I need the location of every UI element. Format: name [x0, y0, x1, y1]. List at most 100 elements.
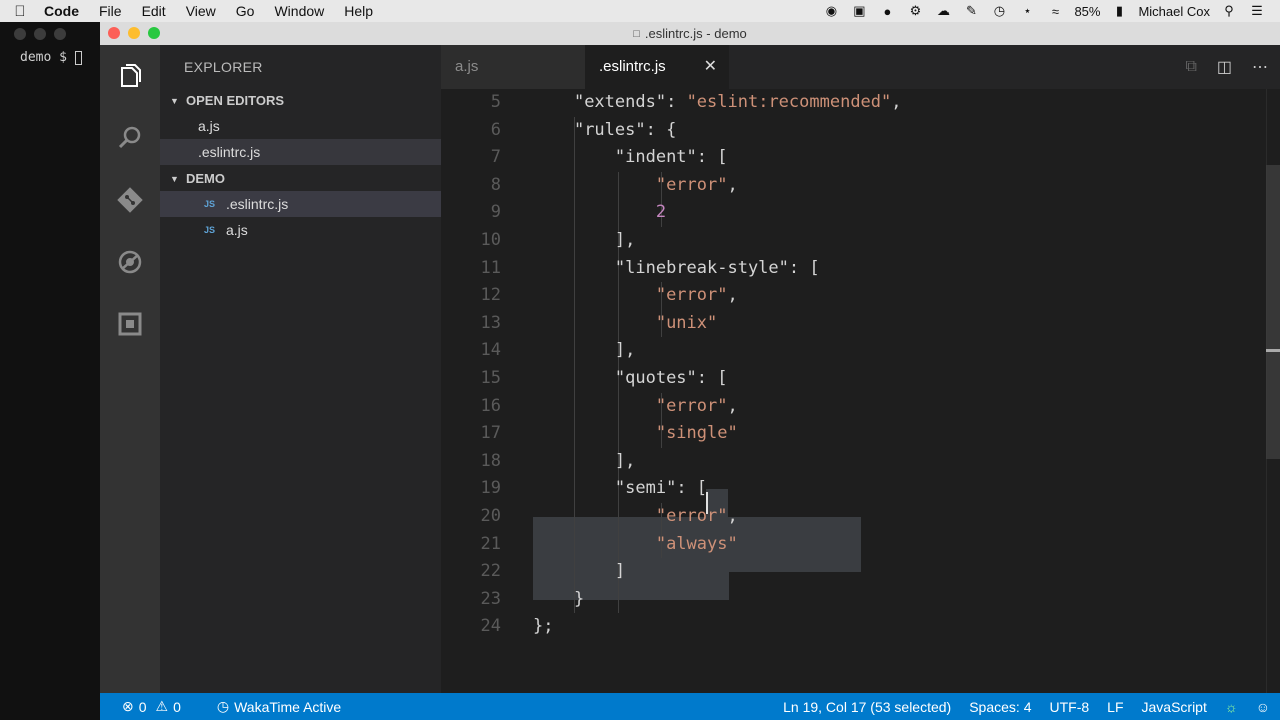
explorer-activity-button[interactable]	[100, 45, 160, 107]
code-line[interactable]: 14 ],	[441, 337, 1280, 365]
line-number: 10	[480, 230, 501, 250]
record-icon[interactable]: ◉	[822, 3, 840, 18]
line-number: 5	[490, 92, 501, 112]
split-editor-icon[interactable]: ◫	[1217, 57, 1232, 77]
menu-go[interactable]: Go	[226, 0, 265, 22]
folder-label: DEMO	[186, 171, 225, 186]
open-editors-label: OPEN EDITORS	[186, 93, 285, 108]
zoom-window-button[interactable]	[148, 27, 160, 39]
line-number: 15	[480, 368, 501, 388]
more-actions-icon[interactable]: ⋯	[1252, 57, 1268, 77]
code-text: "quotes": [	[614, 368, 728, 388]
code-line[interactable]: 21 "always"	[441, 531, 1280, 559]
code-line[interactable]: 19 "semi": [	[441, 475, 1280, 503]
user-name[interactable]: Michael Cox	[1138, 4, 1210, 19]
line-number: 21	[480, 533, 501, 554]
menu-view[interactable]: View	[176, 0, 226, 22]
line-number: 13	[480, 312, 501, 333]
terminal-window: demo $	[0, 22, 100, 720]
code-line[interactable]: 15 "quotes": [	[441, 365, 1280, 393]
code-text: "rules": {	[573, 119, 677, 140]
open-changes-icon[interactable]: ⧉	[1185, 58, 1196, 76]
code-text: "error",	[655, 395, 738, 416]
open-editors-section[interactable]: ▼ OPEN EDITORS	[160, 89, 441, 113]
code-line[interactable]: 10 ],	[441, 227, 1280, 255]
source-control-activity-button[interactable]	[100, 169, 160, 231]
code-line[interactable]: 7 "indent": [	[441, 144, 1280, 172]
terminal-cursor	[74, 50, 82, 65]
close-tab-icon[interactable]: ✕	[704, 45, 717, 89]
display-icon[interactable]: ▣	[850, 3, 868, 18]
code-text: "error",	[655, 285, 738, 306]
lightbulb-icon[interactable]: ☼	[1225, 699, 1238, 715]
battery-icon[interactable]: ▮	[1110, 3, 1128, 18]
line-number: 18	[480, 450, 501, 471]
file-tree-item[interactable]: JS .eslintrc.js	[160, 191, 441, 217]
code-line[interactable]: 18 ],	[441, 448, 1280, 476]
code-line[interactable]: 23 }	[441, 586, 1280, 614]
code-text: "always"	[655, 533, 738, 554]
battery-percent[interactable]: 85%	[1074, 4, 1100, 19]
code-line[interactable]: 5 "extends": "eslint:recommended",	[441, 89, 1280, 117]
encoding-setting[interactable]: UTF-8	[1049, 699, 1089, 715]
code-line[interactable]: 13 "unix"	[441, 310, 1280, 338]
code-line[interactable]: 6 "rules": {	[441, 117, 1280, 145]
cursor-position[interactable]: Ln 19, Col 17 (53 selected)	[783, 699, 951, 715]
vscode-window: □ .eslintrc.js - demo EXPLORER ▼ OPEN EDI…	[100, 22, 1280, 720]
bluetooth-icon[interactable]: ⋆	[1018, 3, 1036, 18]
code-text: ],	[533, 450, 636, 471]
menu-edit[interactable]: Edit	[132, 0, 176, 22]
code-line[interactable]: 12 "error",	[441, 282, 1280, 310]
feedback-smiley-icon[interactable]: ☺	[1256, 699, 1270, 715]
search-activity-button[interactable]	[100, 107, 160, 169]
pin-icon[interactable]: ●	[878, 4, 896, 19]
language-mode[interactable]: JavaScript	[1142, 699, 1207, 715]
menu-window[interactable]: Window	[264, 0, 334, 22]
apple-menu-icon[interactable]: 	[0, 3, 40, 20]
menu-app-code[interactable]: Code	[40, 0, 89, 22]
terminal-prompt[interactable]: demo $	[20, 50, 82, 65]
line-number: 8	[490, 174, 501, 195]
close-window-button[interactable]	[108, 27, 120, 39]
tab-eslintrc-js[interactable]: .eslintrc.js ✕	[585, 45, 729, 89]
code-line[interactable]: 22 ]	[441, 558, 1280, 586]
open-editor-item[interactable]: a.js	[160, 113, 441, 139]
vertical-scrollbar[interactable]	[1266, 165, 1280, 459]
code-line[interactable]: 17 "single"	[441, 420, 1280, 448]
eol-setting[interactable]: LF	[1107, 699, 1123, 715]
code-line[interactable]: 9 2	[441, 199, 1280, 227]
menu-help[interactable]: Help	[334, 0, 383, 22]
file-tree-item[interactable]: JS a.js	[160, 217, 441, 243]
code-text: "linebreak-style": [	[614, 257, 820, 278]
code-editor[interactable]: 5 "extends": "eslint:recommended", 6 "rul…	[441, 89, 1280, 693]
gear-icon[interactable]: ⚙	[906, 3, 924, 18]
tab-a-js[interactable]: a.js	[441, 45, 585, 89]
code-line[interactable]: 16 "error",	[441, 393, 1280, 421]
notification-center-icon[interactable]: ☰	[1248, 3, 1266, 18]
indentation-setting[interactable]: Spaces: 4	[969, 699, 1031, 715]
code-line[interactable]: 11 "linebreak-style": [	[441, 255, 1280, 283]
debug-activity-button[interactable]	[100, 231, 160, 293]
line-number: 11	[480, 257, 501, 278]
problems-indicator[interactable]: ⊗ 0 ⚠ 0	[122, 698, 181, 715]
spotlight-search-icon[interactable]: ⚲	[1220, 3, 1238, 18]
wifi-icon[interactable]: ≈	[1046, 4, 1064, 19]
file-name: .eslintrc.js	[226, 196, 289, 212]
time-machine-icon[interactable]: ◷	[990, 3, 1008, 18]
wakatime-status[interactable]: ◷ WakaTime Active	[217, 698, 341, 715]
files-icon	[121, 64, 141, 87]
extensions-activity-button[interactable]	[100, 293, 160, 355]
pencil-icon[interactable]: ✎	[962, 3, 980, 18]
menu-file[interactable]: File	[89, 0, 132, 22]
code-line[interactable]: 8 "error",	[441, 172, 1280, 200]
code-line[interactable]: 20 "error",	[441, 503, 1280, 531]
window-traffic-lights	[108, 27, 160, 39]
folder-section-demo[interactable]: ▼ DEMO	[160, 167, 441, 191]
code-line[interactable]: 24};	[441, 613, 1280, 641]
line-number: 22	[480, 561, 501, 582]
line-number: 17	[480, 423, 501, 444]
open-editor-item[interactable]: .eslintrc.js	[160, 139, 441, 165]
line-number: 7	[490, 147, 501, 168]
minimize-window-button[interactable]	[128, 27, 140, 39]
cloud-icon[interactable]: ☁	[934, 3, 952, 18]
